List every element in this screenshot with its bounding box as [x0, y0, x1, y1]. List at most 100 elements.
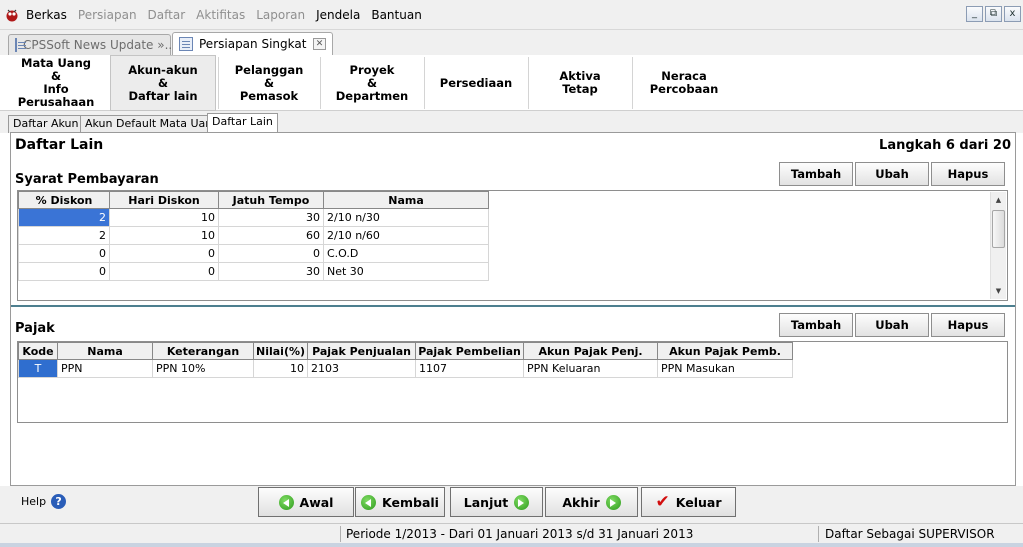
table-cell[interactable]: PPN Masukan — [657, 359, 794, 378]
step-proyek[interactable]: Proyek & Departmen — [321, 55, 423, 111]
menu-jendela[interactable]: Jendela — [316, 8, 360, 22]
table-cell[interactable]: 30 — [218, 262, 324, 281]
table-row[interactable]: T PPN PPN 10% 10 2103 1107 PPN Keluaran … — [18, 359, 794, 378]
pajak-grid[interactable]: Kode Nama Keterangan Nilai(%) Pajak Penj… — [17, 341, 1008, 423]
syarat-pembayaran-label: Syarat Pembayaran — [15, 172, 159, 187]
syarat-table: % Diskon Hari Diskon Jatuh Tempo Nama 2 … — [18, 191, 489, 281]
tab-news-update[interactable]: CPSSoft News Update »... — [8, 34, 176, 55]
table-cell[interactable]: 1107 — [415, 359, 525, 378]
status-bar: Periode 1/2013 - Dari 01 Januari 2013 s/… — [0, 523, 1023, 543]
next-button[interactable]: Lanjut — [450, 487, 543, 517]
column-header[interactable]: Pajak Pembelian — [415, 342, 525, 360]
syarat-scrollbar[interactable]: ▲ ▼ — [990, 192, 1006, 299]
column-header[interactable]: Hari Diskon — [109, 191, 219, 209]
table-cell[interactable]: 2/10 n/60 — [323, 226, 489, 245]
pajak-table: Kode Nama Keterangan Nilai(%) Pajak Penj… — [18, 342, 794, 378]
wizard-step-bar: Mata Uang & Info Perusahaan Akun-akun & … — [0, 55, 1023, 111]
tab-daftar-lain[interactable]: Daftar Lain — [207, 113, 278, 133]
last-button[interactable]: Akhir — [545, 487, 638, 517]
column-header[interactable]: Akun Pajak Pemb. — [657, 342, 794, 360]
tab-persiapan-singkat[interactable]: Persiapan Singkat ✕ — [172, 32, 333, 55]
tab-daftar-akun[interactable]: Daftar Akun — [8, 115, 84, 133]
table-cell[interactable]: C.O.D — [323, 244, 489, 263]
menu-aktifitas[interactable]: Aktifitas — [196, 8, 245, 22]
column-header[interactable]: Nama — [57, 342, 153, 360]
table-row[interactable]: 2 10 30 2/10 n/30 — [18, 208, 489, 227]
pajak-edit-button[interactable]: Ubah — [855, 313, 929, 337]
table-cell[interactable]: PPN — [57, 359, 153, 378]
column-header[interactable]: Kode — [18, 342, 58, 360]
step-akun-akun[interactable]: Akun-akun & Daftar lain — [110, 55, 216, 111]
back-button[interactable]: Kembali — [355, 487, 445, 517]
close-tab-icon[interactable]: ✕ — [313, 38, 326, 50]
step-pelanggan[interactable]: Pelanggan & Pemasok — [219, 55, 319, 111]
scroll-down-icon[interactable]: ▼ — [991, 284, 1006, 298]
table-cell[interactable]: 0 — [18, 262, 110, 281]
table-cell[interactable]: 0 — [109, 262, 219, 281]
help-question-icon: ? — [51, 494, 67, 509]
syarat-grid[interactable]: % Diskon Hari Diskon Jatuh Tempo Nama 2 … — [17, 190, 1008, 301]
column-header[interactable]: Jatuh Tempo — [218, 191, 324, 209]
table-cell[interactable]: 10 — [109, 226, 219, 245]
table-row[interactable]: 0 0 30 Net 30 — [18, 262, 489, 281]
column-header[interactable]: Nama — [323, 191, 489, 209]
column-header[interactable]: % Diskon — [18, 191, 110, 209]
pajak-add-button[interactable]: Tambah — [779, 313, 853, 337]
table-cell[interactable]: T — [18, 359, 58, 378]
exit-button[interactable]: ✔ Keluar — [641, 487, 736, 517]
table-cell[interactable]: Net 30 — [323, 262, 489, 281]
column-header[interactable]: Nilai(%) — [252, 342, 309, 360]
syarat-edit-button[interactable]: Ubah — [855, 162, 929, 186]
document-tabs: CPSSoft News Update »... Persiapan Singk… — [0, 30, 1023, 55]
column-header[interactable]: Pajak Penjualan — [307, 342, 417, 360]
syarat-delete-label: Hapus — [947, 167, 989, 181]
scroll-thumb[interactable] — [992, 210, 1005, 248]
table-cell[interactable]: 10 — [252, 359, 309, 378]
app-logo-icon[interactable] — [4, 7, 20, 23]
table-cell[interactable]: 10 — [109, 208, 219, 227]
menu-bantuan[interactable]: Bantuan — [371, 8, 421, 22]
tab-akun-default-mata-uang[interactable]: Akun Default Mata Uang — [80, 115, 225, 133]
section-divider — [11, 305, 1015, 307]
step-aktiva-tetap[interactable]: Aktiva Tetap — [529, 55, 631, 111]
menu-berkas[interactable]: Berkas — [26, 8, 67, 22]
table-row[interactable]: 2 10 60 2/10 n/60 — [18, 226, 489, 245]
menu-daftar[interactable]: Daftar — [148, 8, 186, 22]
first-label: Awal — [299, 494, 334, 510]
menu-persiapan[interactable]: Persiapan — [78, 8, 137, 22]
table-cell[interactable]: 0 — [18, 244, 110, 263]
step-neraca-percobaan[interactable]: Neraca Percobaan — [633, 55, 735, 111]
syarat-delete-button[interactable]: Hapus — [931, 162, 1005, 186]
syarat-add-button[interactable]: Tambah — [779, 162, 853, 186]
step-persediaan[interactable]: Persediaan — [425, 55, 527, 111]
pajak-delete-button[interactable]: Hapus — [931, 313, 1005, 337]
window-controls: _ ⧉ x — [966, 6, 1021, 22]
wizard-navigation: Help ? Awal Kembali Lanjut Akhir ✔ Kelua… — [0, 486, 1023, 523]
table-cell[interactable]: 2 — [18, 208, 110, 227]
table-cell[interactable]: 30 — [218, 208, 324, 227]
pajak-label: Pajak — [15, 321, 55, 336]
table-cell[interactable]: 2103 — [307, 359, 417, 378]
last-label: Akhir — [562, 494, 600, 510]
column-header[interactable]: Akun Pajak Penj. — [523, 342, 659, 360]
tab-news-update-label: CPSSoft News Update »... — [23, 38, 177, 52]
help-link[interactable]: Help ? — [21, 494, 67, 509]
minimize-icon[interactable]: _ — [966, 6, 983, 22]
table-cell[interactable]: 60 — [218, 226, 324, 245]
table-cell[interactable]: 2/10 n/30 — [323, 208, 489, 227]
table-cell[interactable]: PPN Keluaran — [523, 359, 659, 378]
scroll-up-icon[interactable]: ▲ — [991, 193, 1006, 207]
first-button[interactable]: Awal — [258, 487, 354, 517]
step-mata-uang[interactable]: Mata Uang & Info Perusahaan — [4, 55, 108, 111]
document-icon — [179, 37, 193, 51]
restore-icon[interactable]: ⧉ — [985, 6, 1002, 22]
menu-laporan[interactable]: Laporan — [256, 8, 305, 22]
close-icon[interactable]: x — [1004, 6, 1021, 22]
table-cell[interactable]: 0 — [218, 244, 324, 263]
table-row[interactable]: 0 0 0 C.O.D — [18, 244, 489, 263]
table-cell[interactable]: 0 — [109, 244, 219, 263]
table-cell[interactable]: 2 — [18, 226, 110, 245]
table-cell[interactable]: PPN 10% — [152, 359, 254, 378]
menu-bar: Berkas Persiapan Daftar Aktifitas Lapora… — [0, 0, 1023, 30]
column-header[interactable]: Keterangan — [152, 342, 254, 360]
